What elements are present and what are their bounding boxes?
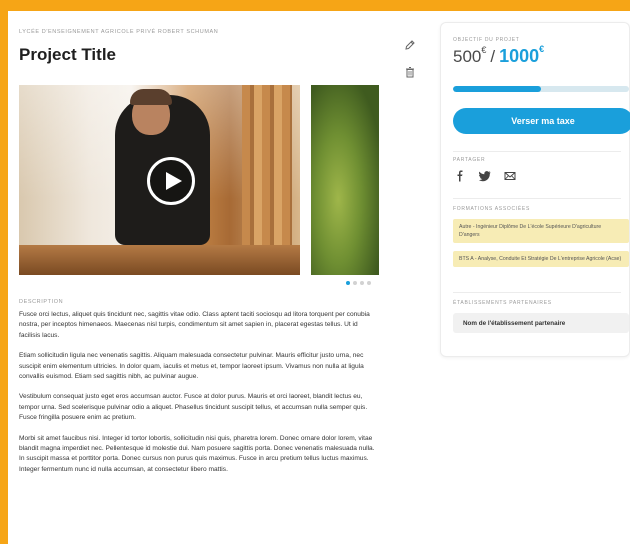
description-paragraph: Fusce orci lectus, aliquet quis tincidun… [19, 311, 370, 339]
carousel-dot-active[interactable] [346, 281, 350, 285]
description-paragraph: Vestibulum consequat justo eget eros acc… [19, 393, 368, 422]
partner-item[interactable]: Nom de l'établissement partenaire [453, 313, 629, 333]
funding-sidebar: OBJECTIF DU PROJET 500€ / 1000€ Verser m… [440, 22, 630, 357]
divider [453, 151, 621, 152]
project-page: LYCÉE D'ENSEIGNEMENT AGRICOLE PRIVÉ ROBE… [8, 11, 630, 544]
pencil-icon[interactable] [403, 38, 417, 52]
divider [453, 292, 621, 293]
carousel-dots [346, 281, 371, 285]
divider [453, 198, 621, 199]
facebook-icon[interactable] [453, 169, 467, 183]
funding-progress-bar [453, 86, 629, 92]
carousel-dot[interactable] [360, 281, 364, 285]
pay-tax-button[interactable]: Verser ma taxe [453, 108, 630, 134]
school-name: LYCÉE D'ENSEIGNEMENT AGRICOLE PRIVÉ ROBE… [19, 29, 219, 35]
funding-amount: 500€ / 1000€ [453, 44, 545, 67]
workbench-image [19, 245, 300, 275]
share-label: PARTAGER [453, 157, 486, 163]
wood-planks-image [242, 85, 292, 255]
play-icon[interactable] [147, 157, 195, 205]
formation-item[interactable]: Autre - Ingénieur Diplôme De L'école Sup… [453, 219, 629, 243]
partners-label: ÉTABLISSEMENTS PARTENAIRES [453, 300, 552, 306]
funding-current: 500€ [453, 45, 487, 66]
funding-label: OBJECTIF DU PROJET [453, 37, 520, 43]
funding-progress-fill [453, 86, 541, 92]
description-paragraph: Etiam sollicitudin ligula nec venenatis … [19, 352, 364, 381]
description-text: Fusce orci lectus, aliquet quis tincidun… [19, 310, 379, 485]
carousel-slide-video[interactable] [19, 85, 300, 275]
trash-icon[interactable] [403, 65, 417, 79]
carousel-dot[interactable] [353, 281, 357, 285]
media-carousel[interactable] [19, 85, 379, 275]
carousel-dot[interactable] [367, 281, 371, 285]
funding-goal: 1000€ [499, 44, 545, 66]
description-label: DESCRIPTION [19, 299, 64, 305]
formations-label: FORMATIONS ASSOCIÉES [453, 206, 530, 212]
description-paragraph: Morbi sit amet faucibus nisi. Integer id… [19, 434, 375, 473]
share-buttons [453, 169, 517, 183]
twitter-icon[interactable] [478, 169, 492, 183]
formation-item[interactable]: BTS A - Analyse, Conduite Et Stratégie D… [453, 251, 629, 267]
page-title: Project Title [19, 45, 116, 64]
carousel-slide-next[interactable] [311, 85, 379, 275]
funding-separator: / [490, 47, 496, 66]
mail-icon[interactable] [503, 169, 517, 183]
